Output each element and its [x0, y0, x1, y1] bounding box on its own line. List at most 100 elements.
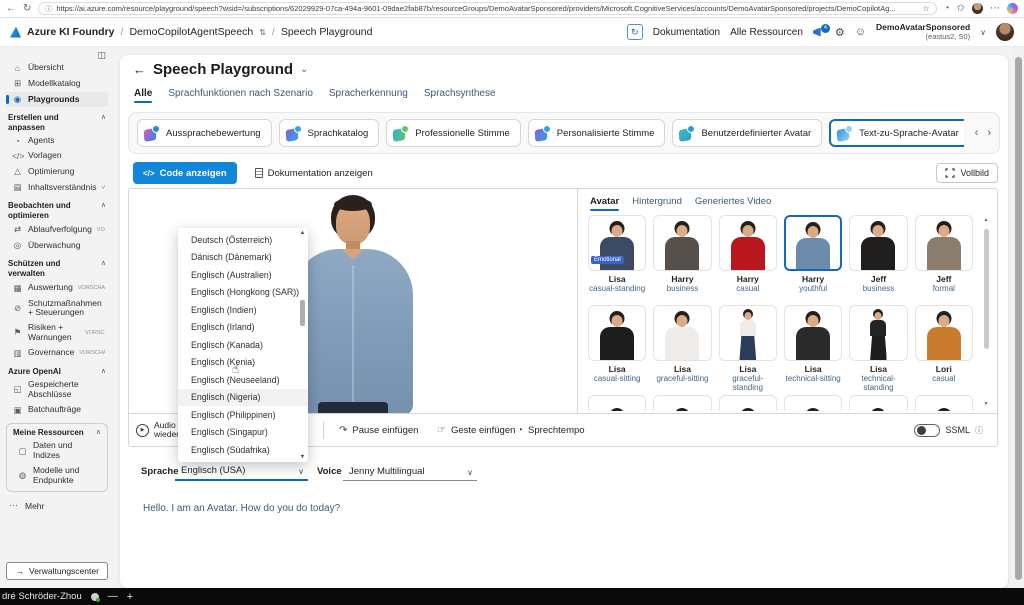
- sidebar-item-auswertung[interactable]: ▦AuswertungVORSCHAU: [6, 281, 108, 296]
- user-avatar[interactable]: [996, 23, 1014, 41]
- copilot-icon[interactable]: [1007, 3, 1018, 14]
- sidebar-item-daten-und-indizes[interactable]: ▢Daten und Indizes: [11, 439, 103, 463]
- fullscreen-button[interactable]: Vollbild: [936, 163, 998, 183]
- sidebar-collapse-icon[interactable]: ◫: [6, 50, 108, 61]
- avatar-card-harry-casual[interactable]: [719, 215, 777, 271]
- sidebar-item-playgrounds[interactable]: ◉Playgrounds: [6, 92, 108, 107]
- copilot-panel-button[interactable]: ↻: [627, 24, 643, 40]
- dropdown-scrollbar[interactable]: ▲ ▼: [298, 230, 307, 460]
- language-option-englisch-singapur[interactable]: Englisch (Singapur): [178, 424, 308, 442]
- sidebar-item-modellkatalog[interactable]: ⊞Modellkatalog: [6, 76, 108, 91]
- sidebar-group-beobachten-und-optimieren[interactable]: Beobachten und optimieren∧: [8, 201, 106, 220]
- avatar-card-harry-business[interactable]: [653, 215, 711, 271]
- speaking-rate-button[interactable]: ◔ Sprechtempo: [517, 414, 585, 446]
- avatar-card-partial[interactable]: [849, 395, 907, 411]
- sidebar-group-erstellen-und-anpassen[interactable]: Erstellen und anpassen∧: [8, 113, 106, 132]
- browser-refresh-icon[interactable]: ↻: [23, 3, 31, 14]
- avatar-card-partial[interactable]: [653, 395, 711, 411]
- avatar-card-lisa-casual-sitting[interactable]: [588, 305, 646, 361]
- language-option-englisch-philippinen[interactable]: Englisch (Philippinen): [178, 406, 308, 424]
- avatar-card-partial[interactable]: [784, 395, 842, 411]
- language-option-deutsch-österreich[interactable]: Deutsch (Österreich): [178, 231, 308, 249]
- chevron-down-icon[interactable]: ∨: [980, 28, 986, 37]
- feedback-icon[interactable]: ☺: [855, 26, 866, 38]
- language-select[interactable]: Englisch (USA) ∨: [175, 461, 308, 481]
- feature-card-personalisierte-stimme[interactable]: Personalisierte Stimme: [528, 119, 666, 147]
- scroll-down-icon[interactable]: ▼: [982, 401, 990, 407]
- scrollbar-thumb[interactable]: [984, 229, 989, 349]
- voice-select[interactable]: Jenny Multilingual ∨: [343, 461, 477, 481]
- carousel-prev-icon[interactable]: ‹: [975, 127, 979, 139]
- admin-center-button[interactable]: → Verwaltungscenter: [6, 562, 108, 580]
- minimize-button[interactable]: —: [108, 591, 118, 602]
- account-selector[interactable]: DemoAvatarSponsored (eastus2, S0): [876, 23, 970, 41]
- avatar-card-lisa-technical-sitting[interactable]: [784, 305, 842, 361]
- page-scrollbar-thumb[interactable]: [1015, 57, 1022, 580]
- browser-profile-avatar[interactable]: [972, 3, 983, 14]
- insert-pause-button[interactable]: ↷ Pause einfügen: [339, 414, 418, 446]
- avatar-card-lori-casual[interactable]: [915, 305, 973, 361]
- view-documentation-link[interactable]: Dokumentation anzeigen: [255, 168, 373, 179]
- bookmark-star-icon[interactable]: ☆: [922, 4, 929, 13]
- language-option-englisch-indien[interactable]: Englisch (Indien): [178, 301, 308, 319]
- language-option-englisch-kanada[interactable]: Englisch (Kanada): [178, 336, 308, 354]
- tab-spracherkennung[interactable]: Spracherkennung: [329, 88, 408, 99]
- language-option-englisch-nigeria[interactable]: Englisch (Nigeria): [178, 389, 308, 407]
- sidebar-item-übersicht[interactable]: ⌂Übersicht: [6, 61, 108, 75]
- script-text-area[interactable]: Hello. I am an Avatar. How do you do tod…: [143, 503, 340, 514]
- panel-scrollbar[interactable]: ▲ ▼: [982, 217, 990, 407]
- sidebar-item-agents[interactable]: ◔Agents: [6, 134, 108, 148]
- avatar-card-partial[interactable]: [719, 395, 777, 411]
- sidebar-item-batchaufträge[interactable]: ▣Batchaufträge: [6, 403, 108, 418]
- sidebar-item-vorlagen[interactable]: </>Vorlagen: [6, 149, 108, 163]
- panel-tab-hintergrund[interactable]: Hintergrund: [632, 196, 682, 207]
- breadcrumb-project[interactable]: DemoCopilotAgentSpeech: [129, 26, 253, 38]
- browser-back-icon[interactable]: ←: [6, 3, 16, 14]
- documentation-link[interactable]: Dokumentation: [653, 27, 720, 38]
- sidebar-item-governance[interactable]: ▥GovernanceVORSCHAU: [6, 346, 108, 361]
- language-option-dänisch-dänemark[interactable]: Dänisch (Dänemark): [178, 249, 308, 267]
- sidebar-item-optimierung[interactable]: △Optimierung: [6, 164, 108, 179]
- scroll-up-icon[interactable]: ▲: [984, 217, 989, 223]
- settings-gear-icon[interactable]: ⚙: [835, 26, 845, 39]
- browser-collections-icon[interactable]: ◔: [944, 3, 950, 14]
- insert-gesture-button[interactable]: ☞ Geste einfügen: [437, 414, 515, 446]
- announcements-button[interactable]: 4: [813, 28, 825, 37]
- address-bar[interactable]: ⓘ https://ai.azure.com/resource/playgrou…: [38, 2, 936, 15]
- avatar-card-jeff-business[interactable]: [849, 215, 907, 271]
- language-option-englisch-hongkong-sar[interactable]: Englisch (Hongkong (SAR)): [178, 284, 308, 302]
- sidebar-group-azure-openai[interactable]: Azure OpenAI∧: [8, 367, 106, 377]
- site-info-icon[interactable]: ⓘ: [45, 4, 52, 14]
- sidebar-group-meine-ressourcen[interactable]: Meine Ressourcen ∧: [13, 428, 101, 438]
- avatar-card-lisa-graceful-sitting[interactable]: [653, 305, 711, 361]
- ssml-toggle[interactable]: [914, 424, 940, 437]
- sidebar-item-modelle-und-endpunkte[interactable]: ◍Modelle und Endpunkte: [11, 464, 103, 488]
- sidebar-item-ablaufverfolgung[interactable]: ⇄AblaufverfolgungVORSCHAU: [6, 222, 108, 237]
- browser-favorites-icon[interactable]: ✩: [957, 3, 965, 14]
- product-name[interactable]: Azure KI Foundry: [27, 26, 115, 38]
- panel-tab-avatar[interactable]: Avatar: [590, 196, 619, 207]
- scroll-down-icon[interactable]: ▼: [298, 454, 307, 460]
- feature-card-benutzerdefinierter-avatar[interactable]: Benutzerdefinierter Avatar: [672, 119, 822, 147]
- avatar-card-partial[interactable]: [915, 395, 973, 411]
- sidebar-item-mehr[interactable]: ⋯ Mehr: [8, 500, 106, 511]
- avatar-card-jeff-formal[interactable]: [915, 215, 973, 271]
- browser-menu-icon[interactable]: ⋯: [990, 3, 1000, 14]
- tab-alle[interactable]: Alle: [134, 88, 152, 99]
- back-arrow-icon[interactable]: ←: [133, 62, 146, 77]
- language-option-englisch-neuseeland[interactable]: Englisch (Neuseeland): [178, 371, 308, 389]
- sidebar-item-überwachung[interactable]: ◎Überwachung: [6, 238, 108, 253]
- feature-card-text-zu-sprache-avatar[interactable]: Text-zu-Sprache-Avatar: [829, 119, 964, 147]
- avatar-card-lisa-casual-standing[interactable]: Emotional: [588, 215, 646, 271]
- language-option-englisch-südafrika[interactable]: Englisch (Südafrika): [178, 441, 308, 459]
- scrollbar-thumb[interactable]: [300, 300, 305, 326]
- avatar-card-partial[interactable]: [588, 395, 646, 411]
- language-option-englisch-kenia[interactable]: Englisch (Kenia): [178, 354, 308, 372]
- page-scrollbar[interactable]: [1013, 47, 1024, 588]
- info-icon[interactable]: ⓘ: [975, 425, 983, 436]
- feature-card-sprachkatalog[interactable]: Sprachkatalog: [279, 119, 380, 147]
- sidebar-item-gespeicherte-abschlüsse[interactable]: ◱Gespeicherte Abschlüsse: [6, 378, 108, 402]
- sidebar-item-schutzmaßnahmen-steuerungen[interactable]: ⊘Schutzmaßnahmen + Steuerungen: [6, 297, 108, 321]
- avatar-card-lisa-graceful-standing[interactable]: [719, 305, 777, 361]
- language-option-englisch-australien[interactable]: Englisch (Australien): [178, 266, 308, 284]
